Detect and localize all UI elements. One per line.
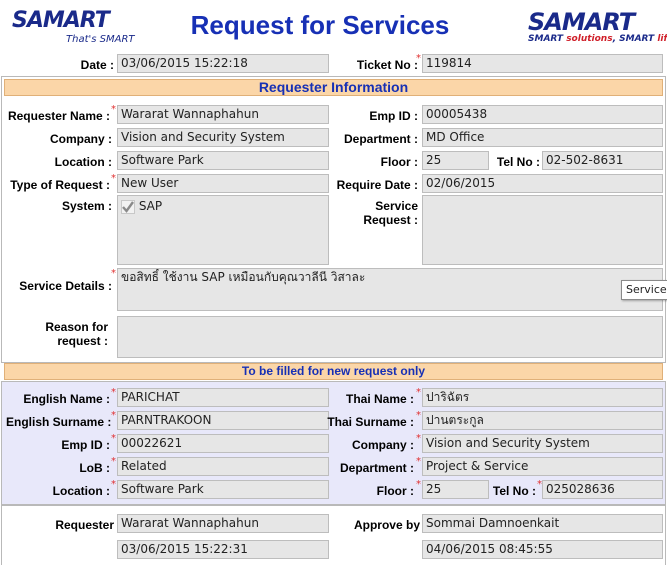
ticket-field[interactable]: 119814 bbox=[422, 54, 663, 73]
emp-id-field[interactable]: 00005438 bbox=[422, 105, 663, 124]
reason-label-line: request : bbox=[57, 334, 108, 348]
date-label: Date : bbox=[80, 58, 114, 72]
tagline-part: SMART bbox=[528, 34, 567, 44]
required-marker: * bbox=[416, 387, 421, 398]
required-marker: * bbox=[111, 410, 116, 421]
new-emp-id-label: Emp ID : bbox=[61, 438, 110, 452]
tagline-part: solutions bbox=[566, 34, 613, 44]
new-company-field[interactable]: Vision and Security System bbox=[422, 434, 663, 453]
company-label: Company : bbox=[49, 132, 112, 146]
new-tel-field[interactable]: 025028636 bbox=[542, 480, 663, 499]
floor-label: Floor : bbox=[380, 155, 418, 169]
new-tel-label: Tel No : bbox=[492, 484, 536, 498]
service-details-label: Service Details : bbox=[19, 279, 112, 293]
required-marker: * bbox=[111, 104, 116, 115]
service-request-label: Service Request : bbox=[340, 199, 418, 227]
samart-logo-left: SAMART bbox=[12, 8, 110, 33]
tel-field[interactable]: 02-502-8631 bbox=[542, 151, 663, 170]
company-field[interactable]: Vision and Security System bbox=[117, 128, 329, 147]
lob-field[interactable]: Related bbox=[117, 457, 329, 476]
required-marker: * bbox=[111, 387, 116, 398]
new-department-field[interactable]: Project & Service bbox=[422, 457, 663, 476]
samart-logo-right: SAMART bbox=[528, 8, 635, 36]
thai-surname-label: Thai Surname : bbox=[327, 415, 414, 429]
department-field[interactable]: MD Office bbox=[422, 128, 663, 147]
new-company-label: Company : bbox=[351, 438, 414, 452]
tagline-part: , SMART bbox=[612, 34, 658, 44]
english-name-field[interactable]: PARICHAT bbox=[117, 388, 329, 407]
checkmark-icon bbox=[122, 200, 134, 213]
emp-id-label: Emp ID : bbox=[369, 109, 418, 123]
requester-date-field[interactable]: 03/06/2015 15:22:31 bbox=[117, 540, 329, 559]
location-field[interactable]: Software Park bbox=[117, 151, 329, 170]
requester-information-header: Requester Information bbox=[4, 79, 663, 96]
thai-surname-field[interactable]: ปานตระกูล bbox=[422, 411, 663, 430]
required-marker: * bbox=[111, 173, 116, 184]
thai-name-label: Thai Name : bbox=[345, 392, 414, 406]
service-request-label-line: Request : bbox=[363, 213, 418, 227]
requester-field[interactable]: Wararat Wannaphahun bbox=[117, 514, 329, 533]
requester-name-label: Requester Name : bbox=[7, 109, 110, 123]
new-location-field[interactable]: Software Park bbox=[117, 480, 329, 499]
type-of-request-field[interactable]: New User bbox=[117, 174, 329, 193]
reason-label-line: Reason for bbox=[45, 320, 108, 334]
new-emp-id-field[interactable]: 00022621 bbox=[117, 434, 329, 453]
english-surname-label: English Surname : bbox=[6, 415, 112, 429]
samart-logo-left-tagline: That's SMART bbox=[66, 34, 135, 45]
new-request-header: To be filled for new request only bbox=[4, 363, 663, 380]
service-request-label-line: Service bbox=[375, 199, 418, 213]
tel-label: Tel No : bbox=[496, 155, 540, 169]
required-marker: * bbox=[416, 53, 421, 64]
type-of-request-label: Type of Request : bbox=[10, 178, 110, 192]
service-request-field[interactable] bbox=[422, 195, 663, 265]
required-marker: * bbox=[111, 456, 116, 467]
require-date-label: Require Date : bbox=[336, 178, 418, 192]
new-department-label: Department : bbox=[339, 461, 414, 475]
new-floor-field[interactable]: 25 bbox=[422, 480, 489, 499]
location-label: Location : bbox=[54, 155, 112, 169]
require-date-field[interactable]: 02/06/2015 bbox=[422, 174, 663, 193]
system-list[interactable]: SAP bbox=[117, 195, 329, 265]
required-marker: * bbox=[416, 433, 421, 444]
english-surname-field[interactable]: PARNTRAKOON bbox=[117, 411, 329, 430]
page-title: Request for Services bbox=[190, 10, 450, 40]
date-field[interactable]: 03/06/2015 15:22:18 bbox=[117, 54, 329, 73]
samart-logo-right-tagline: SMART solutions, SMART life bbox=[528, 34, 667, 44]
required-marker: * bbox=[111, 479, 116, 490]
required-marker: * bbox=[416, 410, 421, 421]
required-marker: * bbox=[111, 433, 116, 444]
approve-by-field[interactable]: Sommai Damnoenkait bbox=[422, 514, 663, 533]
service-tooltip: Service bbox=[621, 280, 667, 300]
approve-by-label: Approve by bbox=[353, 518, 420, 532]
requester-label: Requester bbox=[55, 518, 114, 532]
department-label: Department : bbox=[343, 132, 418, 146]
required-marker: * bbox=[111, 268, 116, 279]
sap-checkbox[interactable] bbox=[121, 199, 135, 214]
ticket-label: Ticket No : bbox=[356, 58, 418, 72]
required-marker: * bbox=[416, 456, 421, 467]
reason-label: Reason for request : bbox=[6, 320, 108, 348]
requester-name-field[interactable]: Wararat Wannaphahun bbox=[117, 105, 329, 124]
english-name-label: English Name : bbox=[23, 392, 110, 406]
new-location-label: Location : bbox=[52, 484, 110, 498]
sap-checkbox-label: SAP bbox=[138, 199, 163, 213]
thai-name-field[interactable]: ปาริฉัตร bbox=[422, 388, 663, 407]
new-floor-label: Floor : bbox=[376, 484, 414, 498]
system-label: System : bbox=[61, 199, 112, 213]
lob-label: LoB : bbox=[79, 461, 110, 475]
floor-field[interactable]: 25 bbox=[422, 151, 489, 170]
reason-field[interactable] bbox=[117, 316, 663, 358]
service-details-field[interactable]: ขอสิทธิ์ ใช้งาน SAP เหมือนกับคุณวาลีนี ว… bbox=[117, 268, 663, 311]
tagline-part: life bbox=[657, 34, 667, 44]
approve-date-field[interactable]: 04/06/2015 08:45:55 bbox=[422, 540, 663, 559]
required-marker: * bbox=[416, 479, 421, 490]
